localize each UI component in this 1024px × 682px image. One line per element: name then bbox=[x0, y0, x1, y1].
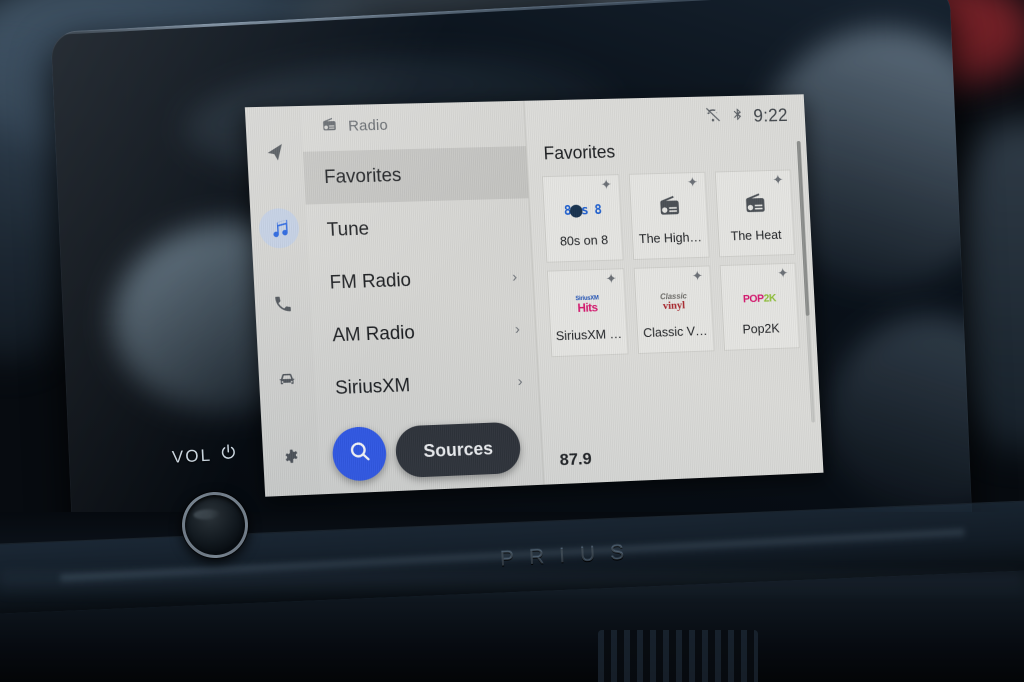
glass-reflection-4 bbox=[824, 311, 974, 521]
menu-item-favorites[interactable]: Favorites bbox=[303, 146, 529, 204]
status-bar: 9:22 bbox=[524, 94, 805, 142]
favorite-tile[interactable]: ✦ The Heat bbox=[715, 169, 795, 257]
80s-on-8-logo: 8s 8 bbox=[564, 203, 602, 219]
chevron-right-icon: › bbox=[512, 270, 518, 285]
music-note-icon bbox=[268, 218, 290, 240]
menu-item-am-radio[interactable]: AM Radio › bbox=[311, 303, 536, 363]
favorite-tile[interactable]: ✦ The High… bbox=[629, 172, 710, 260]
plus-icon[interactable]: ✦ bbox=[772, 173, 784, 187]
sidebar-item-phone[interactable] bbox=[262, 283, 304, 324]
favorites-panel: 9:22 Favorites ✦ 8s 8 80s on 8 ✦ The Hig… bbox=[524, 94, 823, 484]
menu-item-label: AM Radio bbox=[332, 322, 415, 347]
volume-text: VOL bbox=[172, 446, 213, 468]
sidebar-item-media[interactable] bbox=[258, 208, 300, 249]
plus-icon[interactable]: ✦ bbox=[691, 269, 703, 283]
pop2k-logo: POP2K bbox=[743, 293, 777, 306]
housing-top-highlight bbox=[51, 0, 950, 35]
favorite-tile[interactable]: ✦ Classic vinyl Classic V… bbox=[634, 265, 715, 354]
power-icon bbox=[218, 442, 238, 467]
air-vent bbox=[598, 630, 758, 682]
station-logo-80s-on-8: 8s 8 bbox=[563, 197, 601, 224]
clock: 9:22 bbox=[753, 105, 788, 126]
menu-item-siriusxm[interactable]: SiriusXM › bbox=[314, 355, 539, 416]
favorites-grid: ✦ 8s 8 80s on 8 ✦ The High… ✦ The Heat ✦… bbox=[528, 165, 817, 358]
favorite-tile[interactable]: ✦ 8s 8 80s on 8 bbox=[542, 174, 624, 263]
favorite-label: Pop2K bbox=[742, 321, 780, 337]
station-logo-the-heat bbox=[742, 192, 768, 218]
station-logo-siriusxm-hits: SiriusXM Hits bbox=[575, 292, 600, 318]
phone-icon bbox=[273, 294, 294, 315]
menu-item-label: FM Radio bbox=[329, 270, 411, 294]
plus-icon[interactable]: ✦ bbox=[605, 271, 617, 285]
favorite-tile[interactable]: ✦ POP2K Pop2K bbox=[720, 263, 800, 351]
no-connection-icon bbox=[703, 105, 721, 128]
radio-icon bbox=[320, 116, 338, 137]
sidebar-item-navigation[interactable] bbox=[254, 132, 296, 173]
plus-icon[interactable]: ✦ bbox=[687, 175, 699, 189]
station-logo-pop2k: POP2K bbox=[742, 286, 776, 312]
sources-button[interactable]: Sources bbox=[395, 422, 522, 479]
chevron-right-icon: › bbox=[517, 374, 523, 389]
bluetooth-icon bbox=[730, 105, 744, 128]
favorite-label: The Heat bbox=[730, 227, 781, 243]
menu-item-fm-radio[interactable]: FM Radio › bbox=[308, 250, 533, 310]
infotainment-display: Radio Favorites Tune FM Radio › AM Radio… bbox=[245, 94, 824, 496]
menu-item-label: Favorites bbox=[324, 165, 402, 189]
plus-icon[interactable]: ✦ bbox=[777, 266, 789, 280]
favorite-label: The High… bbox=[639, 230, 703, 247]
navigation-arrow-icon bbox=[264, 142, 286, 163]
radio-icon bbox=[741, 190, 767, 221]
favorite-label: SiriusXM … bbox=[555, 326, 622, 343]
photo-scene: Radio Favorites Tune FM Radio › AM Radio… bbox=[0, 0, 1024, 682]
search-icon bbox=[346, 438, 372, 469]
menu-header-title: Radio bbox=[348, 116, 389, 134]
menu-header: Radio bbox=[301, 101, 526, 148]
sidebar-item-settings[interactable] bbox=[270, 435, 312, 477]
car-icon bbox=[276, 368, 299, 391]
bottom-controls: Sources bbox=[331, 421, 521, 482]
gear-icon bbox=[280, 445, 302, 467]
radio-menu-list: Favorites Tune FM Radio › AM Radio › Sir… bbox=[303, 142, 540, 416]
classic-vinyl-logo: Classic vinyl bbox=[660, 292, 688, 311]
favorite-label: Classic V… bbox=[643, 323, 708, 340]
chevron-right-icon: › bbox=[515, 322, 521, 337]
menu-item-label: Tune bbox=[326, 218, 369, 241]
plus-icon[interactable]: ✦ bbox=[600, 177, 612, 191]
display-surface: Radio Favorites Tune FM Radio › AM Radio… bbox=[245, 94, 824, 496]
search-button[interactable] bbox=[331, 426, 387, 482]
station-logo-the-high bbox=[656, 195, 682, 221]
sidebar-item-vehicle[interactable] bbox=[266, 359, 308, 400]
station-logo-classic-vinyl: Classic vinyl bbox=[660, 289, 688, 315]
favorite-label: 80s on 8 bbox=[560, 232, 609, 248]
radio-menu-column: Radio Favorites Tune FM Radio › AM Radio… bbox=[301, 101, 545, 495]
menu-item-label: SiriusXM bbox=[335, 375, 411, 400]
favorite-tile[interactable]: ✦ SiriusXM Hits SiriusXM … bbox=[547, 268, 629, 357]
siriusxm-hits-logo: SiriusXM Hits bbox=[575, 296, 599, 314]
volume-label: VOL bbox=[171, 442, 238, 469]
menu-item-tune[interactable]: Tune bbox=[306, 198, 532, 257]
radio-icon bbox=[656, 192, 682, 223]
